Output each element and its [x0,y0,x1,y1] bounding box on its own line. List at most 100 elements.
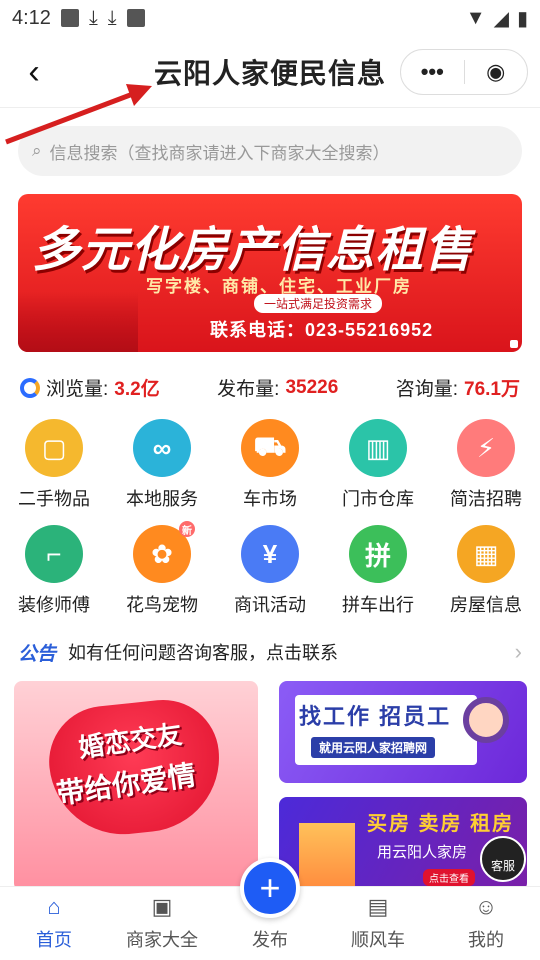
search-icon: ⌕ [32,141,42,160]
category-glyph: ⚡ [476,432,496,463]
category-label: 花鸟宠物 [126,595,198,615]
user-icon: ☺ [474,894,498,919]
banner-phone: 联系电话：023-55216952 [210,320,434,340]
category-car-market[interactable]: ⛟ 车市场 [216,419,324,511]
housing-subtitle: 用云阳人家房 [377,844,468,861]
plus-icon: + [259,867,281,908]
category-label: 装修师傅 [18,595,90,615]
category-glyph: ¥ [262,538,278,569]
download-icon: ⤓ [88,6,98,29]
views-icon [20,377,40,398]
banner-tag: 一站式满足投资需求 [254,294,383,313]
housing-button: 点击查看 [423,869,475,886]
announcement-bar[interactable]: 公告 如有任何问题咨询客服，点击联系 › [18,637,522,667]
tab-label: 顺风车 [351,930,405,950]
category-secondhand[interactable]: ▢ 二手物品 [0,419,108,511]
paint-roller-icon: ⌐ [25,525,83,583]
housing-title: 买房 卖房 租房 [367,813,515,835]
category-grid: ▢ 二手物品 ∞ 本地服务 ⛟ 车市场 ▥ 门市仓库 ⚡ 简洁招聘 ⌐ 装修师傅… [0,419,540,617]
job-title: 找工作 招员工 [299,704,452,729]
category-label: 房屋信息 [450,595,522,615]
banner-indicator [510,340,518,348]
box-icon: ▢ [25,419,83,477]
category-glyph: ▦ [473,538,499,569]
chevron-right-icon: › [514,639,522,664]
nav-bar: ‹ 云阳人家便民信息 ••• ◉ [0,36,540,108]
stat-label: 浏览量: [46,379,109,400]
category-label: 本地服务 [126,489,198,509]
tab-label: 我的 [468,930,504,950]
home-icon: ⌂ [47,894,61,919]
tab-shops[interactable]: ▣ 商家大全 [108,887,216,960]
note-icon: ▤ [367,894,389,919]
category-local-service[interactable]: ∞ 本地服务 [108,419,216,511]
mini-program-capsule: ••• ◉ [400,49,528,95]
more-dots-icon[interactable]: ••• [401,59,464,85]
tab-label: 首页 [36,930,72,950]
category-label: 二手物品 [18,489,90,509]
category-label: 简洁招聘 [450,489,522,509]
building-icon: ▦ [457,525,515,583]
category-events[interactable]: ¥ 商讯活动 [216,525,324,617]
service-icon: ∞ [133,419,191,477]
category-jobs[interactable]: ⚡ 简洁招聘 [432,419,540,511]
car-icon: ⛟ [241,419,299,477]
stat-inquiries: 咨询量: 76.1万 [396,374,520,401]
status-time: 4:12 [12,6,51,29]
category-glyph: ⌐ [46,538,62,569]
tab-label: 商家大全 [126,930,198,950]
map-icon: ▥ [349,419,407,477]
wifi-icon: ▼ [465,6,486,29]
service-label: 客服 [490,859,515,873]
search-placeholder: 信息搜索（查找商家请进入下商家大全搜索） [49,143,390,163]
job-subtitle: 就用云阳人家招聘网 [311,737,436,758]
announcement-text: 如有任何问题咨询客服，点击联系 [68,643,339,663]
signal-icon: ◢ [493,7,509,30]
category-label: 门市仓库 [342,489,414,509]
stat-label: 咨询量: [395,379,459,400]
stats-row: 浏览量: 3.2亿 发布量: 35226 咨询量: 76.1万 [0,374,540,401]
carpool-icon: 拼 [349,525,407,583]
building-icon [299,823,355,891]
new-badge: 新 [179,521,195,537]
download-icon: ⤓ [107,6,117,29]
stat-posts: 发布量: 35226 [217,374,338,401]
category-housing[interactable]: ▦ 房屋信息 [432,525,540,617]
category-glyph: ∞ [152,432,172,463]
category-glyph: 拼 [364,540,391,571]
announcement-tag: 公告 [18,643,57,665]
stat-value: 3.2亿 [114,379,160,400]
tab-mine[interactable]: ☺ 我的 [432,887,540,960]
city-skyline-image [18,292,138,352]
category-renovation[interactable]: ⌐ 装修师傅 [0,525,108,617]
tab-home[interactable]: ⌂ 首页 [0,887,108,960]
stat-label: 发布量: [217,379,280,400]
customer-service-button[interactable]: 客服 [480,836,526,882]
tab-rideshare[interactable]: ▤ 顺风车 [324,887,432,960]
stat-views: 浏览量: 3.2亿 [20,374,160,401]
publish-button[interactable]: + [240,858,300,918]
target-icon[interactable]: ◉ [465,59,528,85]
stat-value: 76.1万 [464,379,520,400]
category-glyph: ▥ [365,432,391,463]
ticket-icon: ¥ [241,525,299,583]
status-bar: 4:12 ⤓ ⤓ ▼ ◢ ▮ [0,0,540,36]
category-glyph: ▢ [41,432,67,463]
category-glyph: ⛟ [253,430,287,461]
category-pets[interactable]: ✿ 新 花鸟宠物 [108,521,216,617]
promo-banner[interactable]: 多元化房产信息租售 写字楼、商铺、住宅、工业厂房 一站式满足投资需求 联系电话：… [18,194,522,352]
job-card[interactable]: 找工作 招员工 就用云阳人家招聘网 [279,681,527,783]
category-label: 商讯活动 [234,595,306,615]
photo-icon [60,9,79,27]
dating-card[interactable]: 婚恋交友 带给你爱情 [14,681,258,891]
category-carpool[interactable]: 拼 拼车出行 [324,525,432,617]
category-glyph: ✿ [151,538,173,569]
app-icon [126,9,145,27]
pet-icon: ✿ 新 [133,521,195,583]
search-input[interactable]: ⌕ 信息搜索（查找商家请进入下商家大全搜索） [18,126,522,176]
category-label: 车市场 [243,489,297,509]
category-storefront[interactable]: ▥ 门市仓库 [324,419,432,511]
tab-label: 发布 [252,930,288,950]
banner-headline: 多元化房产信息租售 [32,224,474,277]
stat-value: 35226 [285,376,339,398]
